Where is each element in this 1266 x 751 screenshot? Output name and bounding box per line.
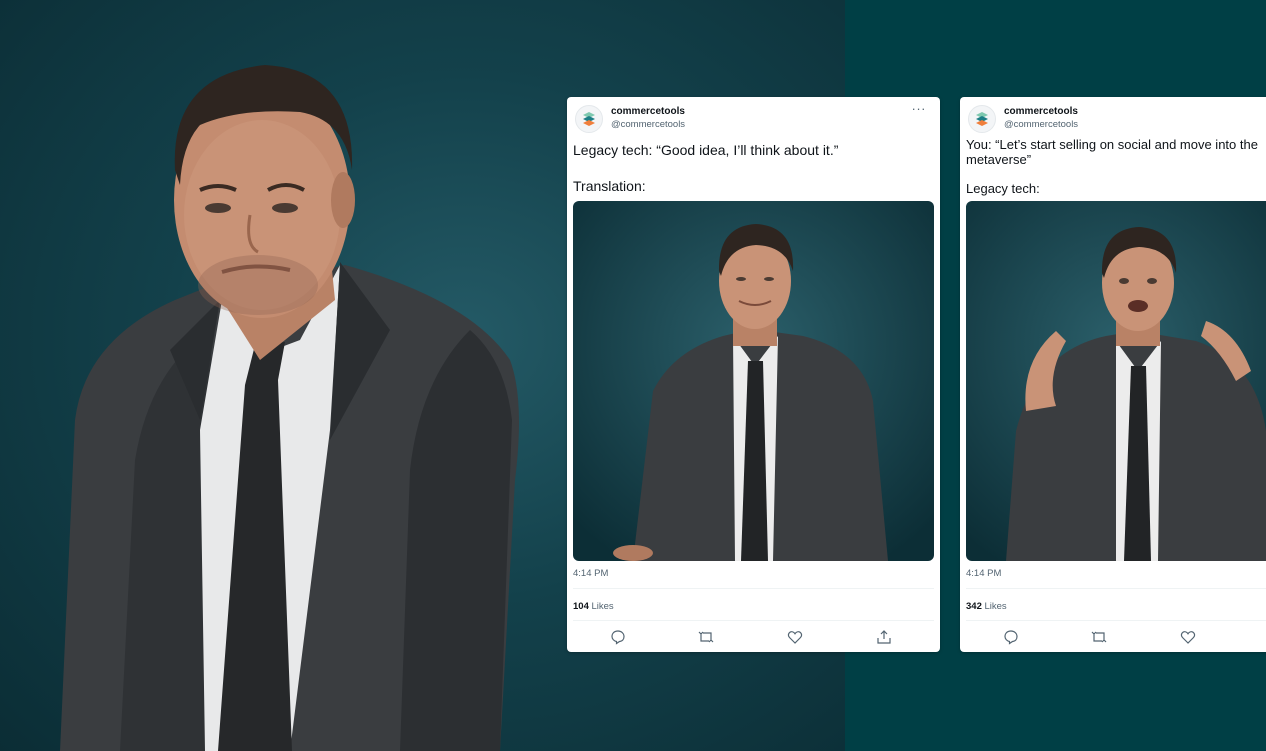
- retweet-icon[interactable]: [698, 629, 714, 645]
- tweet-timestamp[interactable]: 4:14 PM: [573, 568, 608, 579]
- reply-icon[interactable]: [610, 629, 626, 645]
- avatar[interactable]: [968, 105, 996, 133]
- tweet-media[interactable]: [966, 201, 1266, 561]
- likes-number: 104: [573, 601, 589, 612]
- divider: [966, 588, 1266, 589]
- share-icon[interactable]: [876, 629, 892, 645]
- retweet-icon[interactable]: [1091, 629, 1107, 645]
- account-name[interactable]: commercetools: [611, 106, 685, 117]
- likes-count[interactable]: 104 Likes: [573, 601, 614, 612]
- tweet-header: commercetools @commercetools ···: [573, 101, 934, 133]
- likes-label: Likes: [591, 601, 614, 612]
- tweet-photo: [966, 201, 1266, 561]
- tweet-text-line: metaverse”: [966, 152, 1032, 167]
- tweet-timestamp[interactable]: 4:14 PM: [966, 568, 1001, 579]
- likes-label: Likes: [984, 601, 1007, 612]
- account-handle[interactable]: @commercetools: [1004, 119, 1078, 130]
- tweet-media[interactable]: [573, 201, 934, 561]
- tweet-text-line: You: “Let’s start selling on social and …: [966, 137, 1258, 152]
- like-icon[interactable]: [787, 629, 803, 645]
- tweet-actions: [567, 629, 940, 645]
- tweet-photo: [573, 201, 934, 561]
- account-handle[interactable]: @commercetools: [611, 119, 685, 130]
- account-name[interactable]: commercetools: [1004, 106, 1078, 117]
- reply-icon[interactable]: [1003, 629, 1019, 645]
- divider: [573, 588, 934, 589]
- divider: [966, 620, 1266, 621]
- tweet-actions: [960, 629, 1266, 645]
- commercetools-logo-icon: [976, 112, 988, 126]
- more-icon[interactable]: ···: [912, 101, 927, 116]
- tweet-text-line: Legacy tech: “Good idea, I’ll think abou…: [573, 142, 839, 158]
- tweet-text-line: Translation:: [573, 178, 646, 194]
- tweet-card[interactable]: commercetools @commercetools You: “Let’s…: [960, 97, 1266, 652]
- tweet-header: commercetools @commercetools: [966, 103, 1266, 133]
- tweet-card[interactable]: commercetools @commercetools ··· Legacy …: [567, 97, 940, 652]
- like-icon[interactable]: [1180, 629, 1196, 645]
- likes-count[interactable]: 342 Likes: [966, 601, 1007, 612]
- divider: [573, 620, 934, 621]
- likes-number: 342: [966, 601, 982, 612]
- tweet-text-line: Legacy tech:: [966, 181, 1040, 196]
- avatar[interactable]: [575, 105, 603, 133]
- commercetools-logo-icon: [583, 112, 595, 126]
